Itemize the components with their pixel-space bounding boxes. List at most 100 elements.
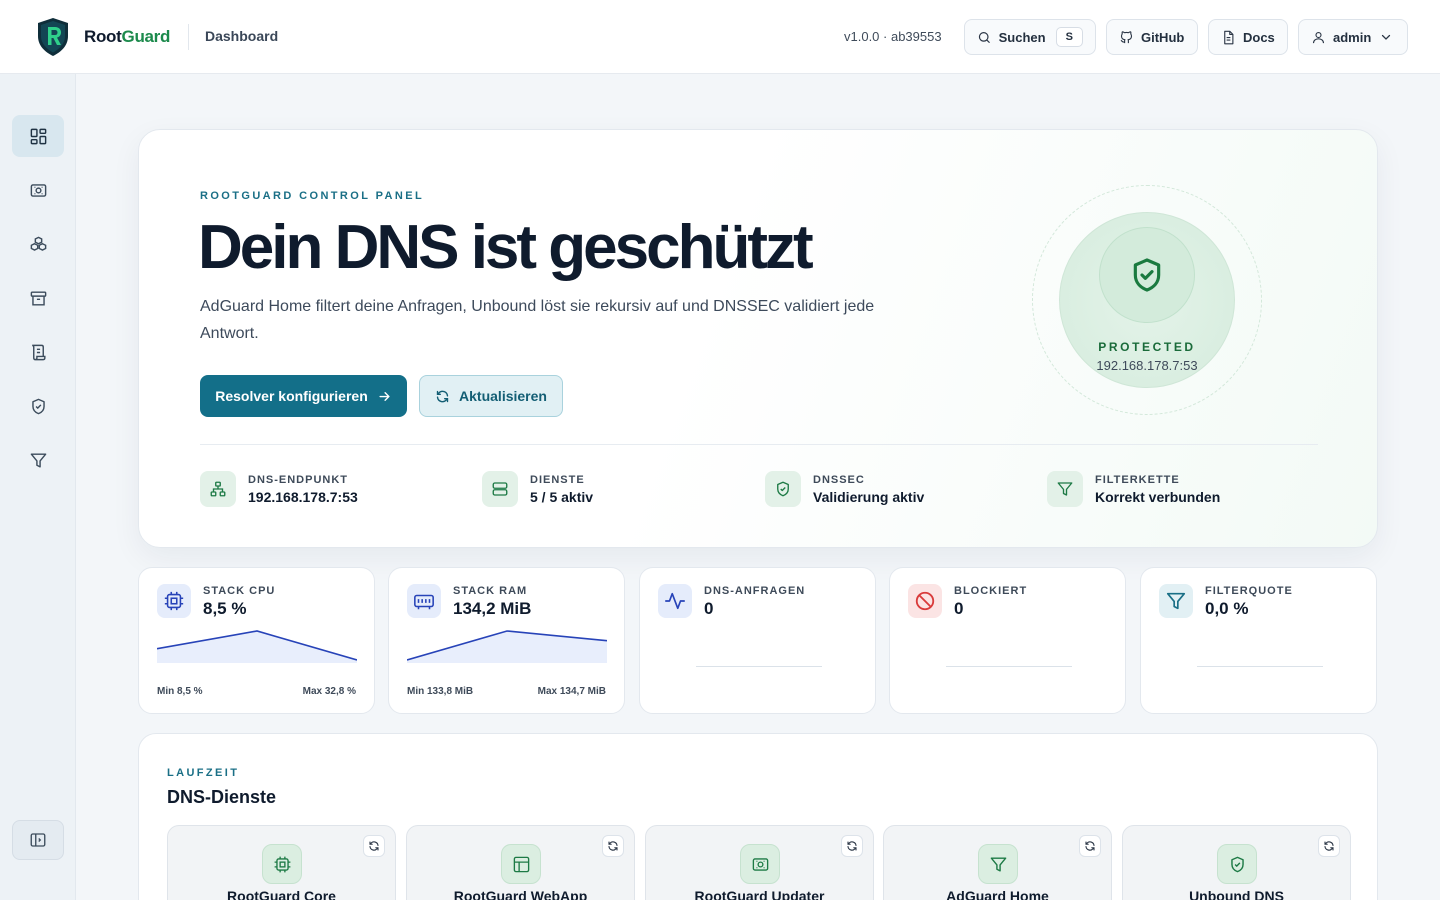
metric-empty-sparkline [696, 666, 822, 667]
refresh-label: Aktualisieren [459, 388, 547, 404]
activity-icon [665, 592, 685, 610]
containers-icon [30, 236, 46, 251]
service-restart-button[interactable] [602, 835, 624, 857]
service-name: AdGuard Home [946, 888, 1049, 900]
arrow-right-icon [379, 391, 390, 401]
stat-value: Validierung aktiv [813, 488, 925, 505]
brand-name: RootGuard [84, 27, 170, 47]
sidebar-item-filters[interactable] [12, 439, 64, 481]
brand-divider [188, 24, 189, 50]
refresh-icon [1324, 841, 1334, 851]
archive-icon [30, 290, 46, 306]
metric-card-ram: STACK RAM 134,2 MiB Min 133,8 MiB Max 13… [388, 567, 625, 714]
service-restart-button[interactable] [841, 835, 863, 857]
service-icon-box [978, 844, 1018, 884]
metric-card-blocked: BLOCKIERT 0 [889, 567, 1126, 714]
service-name: RootGuard Core [227, 888, 336, 900]
blocked-icon [915, 591, 935, 611]
sidebar-item-dashboard[interactable] [12, 115, 64, 157]
router-icon [752, 857, 768, 871]
sidebar-item-router[interactable] [12, 169, 64, 211]
brand[interactable]: RootGuard [36, 17, 170, 57]
cpu-icon [274, 856, 290, 872]
stat-icon-box [1047, 471, 1083, 507]
sidebar-item-archive[interactable] [12, 277, 64, 319]
top-bar: RootGuard Dashboard v1.0.0 · ab39553 Suc… [0, 0, 1440, 74]
service-card-core[interactable]: RootGuard Core [167, 825, 396, 900]
user-icon [1312, 31, 1325, 43]
metric-value: 0,0 % [1205, 599, 1249, 618]
metric-empty-sparkline [1197, 666, 1323, 667]
stat-icon-box [482, 471, 518, 507]
stat-icon-box [765, 471, 801, 507]
sidebar-item-containers[interactable] [12, 223, 64, 265]
service-restart-button[interactable] [1318, 835, 1340, 857]
stat-value: 5 / 5 aktiv [530, 488, 594, 505]
metric-value: 0 [704, 599, 714, 618]
network-icon [210, 481, 226, 497]
user-menu-button[interactable]: admin [1298, 19, 1408, 55]
stat-filter-chain: FILTERKETTE Korrekt verbunden [1047, 471, 1220, 507]
github-label: GitHub [1141, 29, 1185, 45]
runtime-eyebrow: LAUFZEIT [167, 767, 240, 779]
configure-resolver-label: Resolver konfigurieren [215, 388, 368, 404]
stat-label: DNS-ENDPUNKT [248, 473, 348, 486]
service-icon-box [262, 844, 302, 884]
protection-ip: 192.168.178.7:53 [1096, 358, 1198, 373]
service-card-webapp[interactable]: RootGuard WebApp [406, 825, 635, 900]
runtime-title: DNS-Dienste [167, 787, 277, 807]
search-shortcut: S [1055, 27, 1083, 47]
shield-check-icon [1230, 856, 1244, 872]
github-icon [1120, 30, 1133, 43]
sidebar-collapse-icon [30, 833, 46, 847]
metric-card-cpu: STACK CPU 8,5 % Min 8,5 % Max 32,8 % [138, 567, 375, 714]
search-button[interactable]: Suchen S [964, 19, 1096, 55]
metric-value: 8,5 % [203, 599, 247, 618]
docs-label: Docs [1243, 29, 1275, 45]
service-card-updater[interactable]: RootGuard Updater [645, 825, 874, 900]
metric-icon-box [1159, 584, 1193, 618]
router-icon [30, 183, 46, 197]
sidebar-item-logs[interactable] [12, 331, 64, 373]
refresh-icon [369, 841, 379, 851]
metric-label: BLOCKIERT [954, 585, 1028, 597]
metric-card-dns-queries: DNS-ANFRAGEN 0 [639, 567, 876, 714]
configure-resolver-button[interactable]: Resolver konfigurieren [200, 375, 407, 417]
metric-min: Min 133,8 MiB [407, 686, 474, 697]
hero-title: Dein DNS ist geschützt [198, 213, 814, 282]
stat-icon-box [200, 471, 236, 507]
metric-icon-box [157, 584, 191, 618]
rootguard-logo-icon [38, 18, 68, 56]
filter-icon [1166, 592, 1186, 610]
sidebar-item-security[interactable] [12, 385, 64, 427]
metric-label: DNS-ANFRAGEN [704, 585, 806, 597]
service-restart-button[interactable] [1079, 835, 1101, 857]
stat-label: DNSSEC [813, 473, 865, 486]
refresh-icon [847, 841, 857, 851]
shield-check-icon [777, 481, 789, 497]
metric-min: Min 8,5 % [157, 686, 203, 697]
sidebar-collapse-button[interactable] [12, 820, 64, 860]
dashboard-icon [30, 128, 46, 144]
layout-icon [513, 856, 529, 872]
filter-icon [30, 452, 46, 468]
metric-label: STACK RAM [453, 585, 528, 597]
search-label: Suchen [998, 29, 1046, 45]
refresh-button[interactable]: Aktualisieren [419, 375, 563, 417]
service-restart-button[interactable] [363, 835, 385, 857]
status-badge [1099, 227, 1195, 323]
shield-check-icon [1133, 258, 1161, 292]
service-name: Unbound DNS [1189, 888, 1284, 900]
breadcrumb[interactable]: Dashboard [205, 28, 278, 44]
docs-button[interactable]: Docs [1208, 19, 1288, 55]
stat-label: FILTERKETTE [1095, 473, 1180, 486]
brand-name-root: Root [84, 27, 122, 46]
brand-name-guard: Guard [121, 27, 171, 46]
stat-value: 192.168.178.7:53 [248, 488, 358, 505]
service-card-unbound[interactable]: Unbound DNS [1122, 825, 1351, 900]
service-icon-box [1217, 844, 1257, 884]
github-button[interactable]: GitHub [1106, 19, 1198, 55]
filter-icon [990, 856, 1006, 872]
metric-value: 134,2 MiB [453, 599, 532, 618]
service-card-adguard[interactable]: AdGuard Home [883, 825, 1112, 900]
